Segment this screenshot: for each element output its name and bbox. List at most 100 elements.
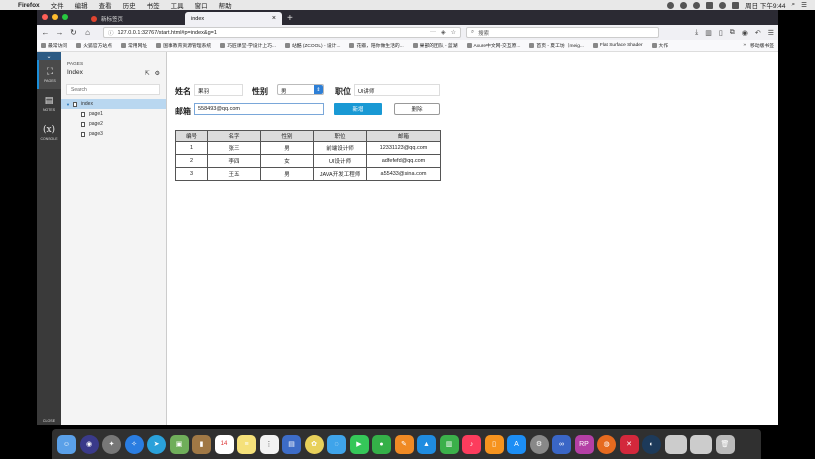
bookmark-item[interactable]: 最常访问 — [41, 42, 67, 49]
rail-notes-button[interactable]: ▤ NOTES — [37, 89, 61, 118]
keynote-app-icon[interactable]: ▲ — [417, 434, 436, 454]
messages-icon[interactable]: ◌ — [327, 434, 346, 454]
app-store-icon[interactable]: A — [507, 434, 526, 454]
tree-item-page1[interactable]: page1 — [61, 109, 166, 119]
menu-help[interactable]: 帮助 — [219, 0, 232, 10]
bookmark-item[interactable]: 站酷 (ZCOOL) - 设计... — [284, 42, 340, 49]
page-actions-icon[interactable]: ··· — [430, 29, 436, 36]
wifi-icon[interactable] — [719, 1, 727, 9]
quicktime-icon[interactable]: ◐ — [642, 434, 661, 454]
sidebar-icon[interactable]: ▯ — [719, 29, 723, 37]
options-icon[interactable]: ⚙ — [155, 70, 160, 77]
rail-close-button[interactable]: CLOSE — [37, 417, 61, 425]
keynote-icon[interactable]: ▤ — [282, 434, 301, 454]
tab-new-tab[interactable]: 新标签页 — [85, 12, 182, 25]
books-icon[interactable]: ▯ — [484, 434, 504, 454]
bookmark-item[interactable]: 国事教育资源管理系统 — [156, 42, 211, 49]
bookmark-item[interactable]: 常用网址 — [121, 42, 147, 49]
info-icon[interactable]: ⓘ — [108, 29, 114, 37]
search-bar[interactable]: ⌕ 搜索 — [466, 27, 659, 38]
forward-icon[interactable]: → — [55, 28, 64, 37]
wechat-icon[interactable]: ● — [372, 434, 391, 454]
menu-app-name[interactable]: Firefox — [18, 2, 40, 9]
tree-item-index[interactable]: ▼ index — [61, 99, 166, 109]
status-app-icon[interactable] — [706, 1, 714, 9]
trash-icon[interactable]: 🗑 — [715, 434, 735, 454]
downloads-stack-icon[interactable] — [664, 434, 687, 454]
status-app-icon[interactable] — [693, 1, 701, 9]
menu-view[interactable]: 查看 — [99, 0, 112, 10]
tab-index[interactable]: index × — [185, 12, 282, 25]
back-icon[interactable]: ← — [41, 28, 50, 37]
extension-icon[interactable]: ◉ — [742, 29, 748, 37]
notes-app-icon[interactable]: ≡ — [237, 434, 256, 454]
other-bookmarks[interactable]: » 移动版书签 — [743, 42, 774, 49]
bookmark-item[interactable]: 花瓣，陪你做生活的... — [349, 42, 404, 49]
email-input[interactable]: 558493@qq.com — [194, 103, 324, 115]
screenshot-icon[interactable]: ⧉ — [730, 29, 735, 37]
bookmark-item[interactable]: Flat Surface Shader — [592, 43, 643, 48]
status-app-icon[interactable] — [680, 1, 688, 9]
home-icon[interactable]: ⌂ — [83, 28, 92, 37]
tree-item-page3[interactable]: page3 — [61, 129, 166, 139]
gender-select[interactable]: 男 ⇕ — [277, 84, 324, 95]
pocket-icon[interactable]: ◈ — [441, 29, 446, 36]
position-input[interactable]: UI讲师 — [354, 84, 440, 96]
menu-bookmarks[interactable]: 书签 — [147, 0, 160, 10]
safari-icon[interactable]: ✧ — [124, 434, 144, 454]
minimize-window-button[interactable] — [52, 14, 58, 20]
rail-pages-button[interactable]: ⛶ PAGES — [37, 60, 61, 89]
status-app-icon[interactable] — [667, 1, 675, 9]
library-icon[interactable]: ▥ — [705, 29, 712, 37]
add-button[interactable]: 新增 — [334, 103, 382, 115]
close-window-button[interactable] — [42, 14, 48, 20]
menu-file[interactable]: 文件 — [51, 0, 64, 10]
reload-icon[interactable]: ↻ — [69, 28, 78, 37]
menu-tools[interactable]: 工具 — [171, 0, 184, 10]
new-tab-button[interactable]: + — [287, 13, 293, 24]
menu-history[interactable]: 历史 — [123, 0, 136, 10]
url-bar[interactable]: ⓘ 127.0.0.1:32767/start.html#p=index&g=1… — [103, 27, 461, 38]
menubar-clock[interactable]: 周日 下午9:44 — [745, 0, 785, 10]
documents-stack-icon[interactable] — [690, 434, 712, 454]
reminders-icon[interactable]: ⋮ — [259, 434, 279, 454]
music-icon[interactable]: ♪ — [462, 434, 481, 454]
name-input[interactable]: 果羽 — [194, 84, 243, 96]
bookmark-item[interactable]: 巧匠课堂-学设计上巧... — [220, 42, 276, 49]
tree-item-page2[interactable]: page2 — [61, 119, 166, 129]
xmind-icon[interactable]: ✕ — [619, 434, 639, 454]
delete-button[interactable]: 删除 — [394, 103, 440, 115]
menu-window[interactable]: 窗口 — [195, 0, 208, 10]
undo-icon[interactable]: ↶ — [755, 29, 761, 37]
facetime-icon[interactable]: ▶ — [349, 434, 369, 454]
rail-console-button[interactable]: (x) CONSOLE — [37, 118, 61, 147]
pages-app-icon[interactable]: ✎ — [394, 434, 414, 454]
siri-icon[interactable]: ◉ — [79, 434, 99, 454]
system-preferences-icon[interactable]: ⚙ — [529, 434, 549, 454]
bookmark-item[interactable]: 首页 - 夏工坊（meig... — [529, 42, 584, 49]
bookmark-item[interactable]: Axure中文网-交互原... — [466, 42, 520, 49]
battery-icon[interactable] — [732, 1, 740, 9]
photos-icon[interactable]: ✿ — [304, 434, 324, 454]
close-tab-icon[interactable]: × — [272, 15, 276, 22]
calendar-icon[interactable]: 14 — [214, 434, 234, 454]
downloads-icon[interactable]: ⤓ — [695, 29, 698, 37]
zoom-window-button[interactable] — [62, 14, 68, 20]
menu-edit[interactable]: 编辑 — [75, 0, 88, 10]
menu-icon[interactable]: ☰ — [768, 29, 774, 37]
expand-caret-icon[interactable]: ▼ — [66, 102, 73, 107]
firefox-icon[interactable]: ◍ — [597, 434, 616, 454]
photos-preview-icon[interactable]: ▣ — [169, 434, 189, 454]
numbers-icon[interactable]: ▥ — [439, 434, 459, 454]
bookmark-item[interactable]: 果部的团队 - 蓝湖 — [412, 42, 458, 49]
collapse-chevron-icon[interactable]: ⌄ — [37, 52, 61, 60]
launchpad-icon[interactable]: ✦ — [102, 434, 121, 454]
pages-search-input[interactable]: Search — [66, 84, 160, 95]
baidu-netdisk-icon[interactable]: ∞ — [552, 434, 571, 454]
bookmark-item[interactable]: 火狐官方站点 — [76, 42, 112, 49]
notification-center-icon[interactable]: ☰ — [801, 1, 807, 9]
bookmark-item[interactable]: 大作 — [651, 42, 668, 49]
axure-rp-icon[interactable]: RP — [574, 434, 594, 454]
bookmark-star-icon[interactable]: ☆ — [451, 29, 456, 36]
finder-icon[interactable]: ☺ — [57, 434, 76, 454]
